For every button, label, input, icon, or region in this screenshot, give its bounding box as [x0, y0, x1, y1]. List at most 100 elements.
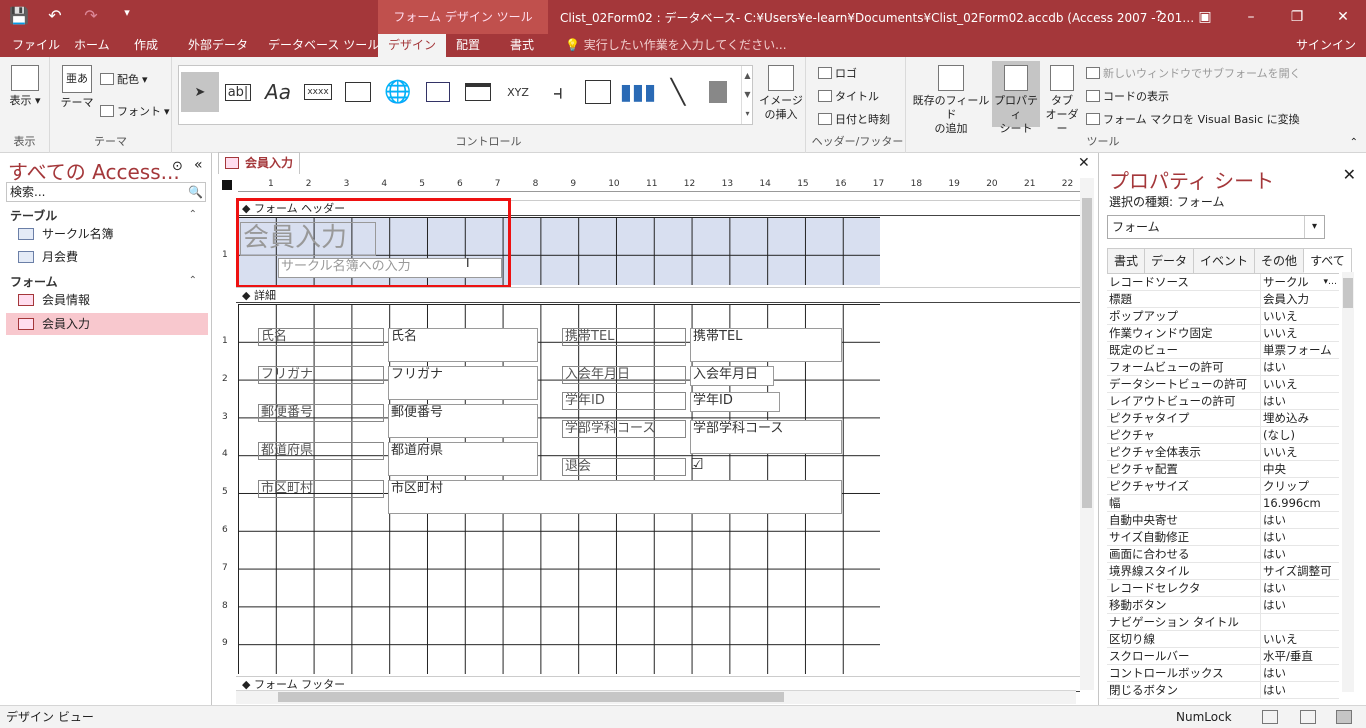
property-value[interactable]: いいえ	[1261, 444, 1339, 460]
nav-item-table-circle[interactable]: サークル名簿	[6, 223, 208, 245]
view-button[interactable]: 表示 ▾	[6, 65, 44, 108]
property-value[interactable]: いいえ	[1261, 308, 1339, 324]
hyperlink-icon[interactable]: 🌐	[379, 72, 417, 112]
property-value[interactable]: はい	[1261, 512, 1339, 528]
web-browser-control-icon[interactable]	[419, 72, 457, 112]
property-row[interactable]: 移動ボタン はい	[1107, 597, 1339, 614]
button-tool-icon[interactable]: xxxx	[299, 72, 337, 112]
zip-label[interactable]: 郵便番号	[258, 404, 384, 422]
redo-icon[interactable]: ↷	[80, 6, 102, 25]
property-row[interactable]: 閉じるボタン はい	[1107, 682, 1339, 699]
select-arrow-icon[interactable]: ➤	[181, 72, 219, 112]
tab-event[interactable]: イベント	[1193, 248, 1256, 273]
colors-button[interactable]: 配色 ▾	[100, 71, 148, 87]
pref-textbox[interactable]: 都道府県	[388, 442, 538, 476]
sign-in-link[interactable]: サインイン	[1296, 34, 1356, 57]
tab-file[interactable]: ファイル	[2, 34, 70, 57]
tab-format[interactable]: 書式	[1107, 248, 1146, 273]
collapse-ribbon-icon[interactable]: ⌃	[1350, 137, 1358, 148]
subform-button[interactable]: 新しいウィンドウでサブフォームを開く	[1086, 65, 1301, 81]
property-value[interactable]: サイズ調整可	[1261, 563, 1339, 579]
property-row[interactable]: サイズ自動修正 はい	[1107, 529, 1339, 546]
logo-button[interactable]: ロゴ	[818, 65, 857, 81]
property-row[interactable]: 自動中央寄せ はい	[1107, 512, 1339, 529]
chart-icon[interactable]: ▮▮▮	[619, 72, 657, 112]
property-row[interactable]: ナビゲーション タイトル	[1107, 614, 1339, 631]
property-value[interactable]: はい	[1261, 393, 1339, 409]
gallery-scroll[interactable]: ▲ ▼ ▾	[741, 66, 753, 124]
nav-section-forms[interactable]: フォーム	[10, 273, 58, 290]
form-selector[interactable]	[222, 180, 232, 190]
property-value[interactable]: 埋め込み	[1261, 410, 1339, 426]
property-value[interactable]: はい	[1261, 665, 1339, 681]
city-label[interactable]: 市区町村	[258, 480, 384, 498]
property-value[interactable]: 会員入力	[1261, 291, 1339, 307]
fonts-button[interactable]: フォント ▾	[100, 103, 170, 119]
tell-me-box[interactable]: 💡 実行したい作業を入力してください...	[565, 34, 787, 57]
close-button[interactable]: ✕	[1320, 0, 1366, 34]
property-value[interactable]: はい	[1261, 682, 1339, 698]
nav-section-tables[interactable]: テーブル	[10, 207, 57, 224]
title-button[interactable]: タイトル	[818, 88, 879, 104]
tab-all[interactable]: すべて	[1303, 248, 1352, 273]
property-row[interactable]: ピクチャ (なし)	[1107, 427, 1339, 444]
property-row[interactable]: 既定のビュー 単票フォーム	[1107, 342, 1339, 359]
tab-design[interactable]: デザイン	[378, 34, 447, 57]
property-value[interactable]: 水平/垂直	[1261, 648, 1339, 664]
property-row[interactable]: 作業ウィンドウ固定 いいえ	[1107, 325, 1339, 342]
tab-format[interactable]: 書式	[500, 34, 544, 57]
search-icon[interactable]: 🔍	[188, 183, 203, 201]
nav-item-form-input[interactable]: 会員入力	[6, 313, 208, 335]
property-row[interactable]: 区切り線 いいえ	[1107, 631, 1339, 648]
name-textbox[interactable]: 氏名	[388, 328, 538, 362]
nav-search-input[interactable]: 検索... 🔍	[6, 182, 206, 202]
property-row[interactable]: スクロールバー 水平/垂直	[1107, 648, 1339, 665]
dept-label[interactable]: 学部学科コース	[562, 420, 686, 438]
city-textbox[interactable]: 市区町村	[388, 480, 842, 514]
detail-bar[interactable]: ◆ 詳細	[236, 287, 1080, 303]
convert-macros-button[interactable]: フォーム マクロを Visual Basic に変換	[1086, 111, 1300, 127]
property-value[interactable]: クリップ	[1261, 478, 1339, 494]
property-row[interactable]: レコードソース サークル ▾…	[1107, 274, 1339, 291]
property-row[interactable]: 境界線スタイル サイズ調整可	[1107, 563, 1339, 580]
kana-textbox[interactable]: フリガナ	[388, 366, 538, 400]
property-value[interactable]: (なし)	[1261, 427, 1339, 443]
property-row[interactable]: レコードセレクタ はい	[1107, 580, 1339, 597]
nav-pane-title[interactable]: すべての Access...	[8, 156, 180, 185]
tab-arrange[interactable]: 配置	[446, 34, 490, 57]
tab-other[interactable]: その他	[1254, 248, 1305, 273]
property-value[interactable]: 単票フォーム	[1261, 342, 1339, 358]
grade-label[interactable]: 学年ID	[562, 392, 686, 410]
property-row[interactable]: 幅 16.996cm	[1107, 495, 1339, 512]
combo-box-icon[interactable]	[579, 72, 617, 112]
nav-item-form-info[interactable]: 会員情報	[6, 289, 208, 311]
tel-textbox[interactable]: 携帯TEL	[690, 328, 842, 362]
property-value[interactable]: いいえ	[1261, 631, 1339, 647]
property-row[interactable]: ピクチャサイズ クリップ	[1107, 478, 1339, 495]
add-existing-fields-button[interactable]: 既存のフィールド の追加	[910, 65, 992, 136]
tab-create[interactable]: 作成	[124, 34, 168, 57]
tab-home[interactable]: ホーム	[64, 34, 120, 57]
grade-textbox[interactable]: 学年ID	[690, 392, 780, 412]
property-row[interactable]: コントロールボックス はい	[1107, 665, 1339, 682]
join-date-textbox[interactable]: 入会年月日	[690, 366, 774, 386]
tab-data[interactable]: データ	[1144, 248, 1195, 273]
property-value[interactable]: サークル	[1261, 274, 1323, 290]
label-tool-icon[interactable]: Aa	[259, 72, 297, 112]
shutter-bar-icon[interactable]: «	[194, 157, 203, 173]
save-icon[interactable]: 💾	[8, 6, 30, 25]
pref-label[interactable]: 都道府県	[258, 442, 384, 460]
property-row[interactable]: フォームビューの許可 はい	[1107, 359, 1339, 376]
document-tab[interactable]: 会員入力	[218, 152, 300, 174]
line-icon[interactable]: ╲	[659, 72, 697, 112]
page-break-icon[interactable]: ⫞	[539, 72, 577, 112]
tab-control-icon[interactable]	[339, 72, 377, 112]
property-value[interactable]: はい	[1261, 597, 1339, 613]
horizontal-scroll-thumb[interactable]	[278, 692, 784, 702]
property-row[interactable]: ポップアップ いいえ	[1107, 308, 1339, 325]
property-row[interactable]: 画面に合わせる はい	[1107, 546, 1339, 563]
property-value[interactable]: はい	[1261, 580, 1339, 596]
tab-external-data[interactable]: 外部データ	[178, 34, 258, 57]
insert-image-button[interactable]: イメージ の挿入	[756, 65, 806, 122]
property-value[interactable]: いいえ	[1261, 376, 1339, 392]
